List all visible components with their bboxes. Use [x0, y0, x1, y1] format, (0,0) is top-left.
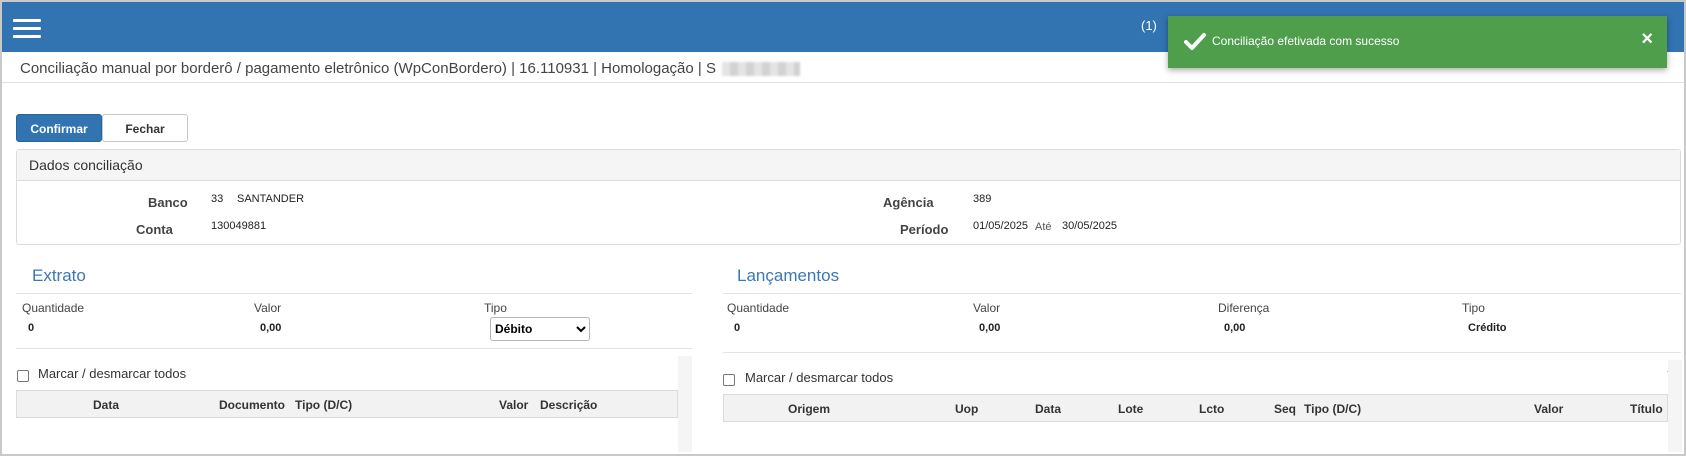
close-button[interactable]: Fechar — [102, 114, 188, 142]
lancamentos-quantidade-label: Quantidade — [727, 301, 790, 315]
panel-header: Dados conciliação — [17, 150, 1680, 181]
lancamentos-select-all-label: Marcar / desmarcar todos — [745, 370, 894, 385]
extrato-quantidade-value: 0 — [28, 322, 35, 334]
col-valor[interactable]: Valor — [499, 398, 528, 412]
lancamentos-tipo-label: Tipo — [1462, 301, 1485, 315]
agencia-label: Agência — [883, 195, 934, 210]
conta-label: Conta — [136, 222, 173, 237]
extrato-tipo-label: Tipo — [484, 301, 507, 315]
banco-name: SANTANDER — [237, 193, 305, 205]
notification-count[interactable]: (1) — [1141, 18, 1157, 33]
close-icon[interactable]: × — [1641, 28, 1653, 51]
extrato-quantidade-label: Quantidade — [22, 301, 85, 315]
lancamentos-table-header: Origem Uop Data Lote Lcto Seq Tipo (D/C)… — [723, 394, 1668, 422]
lancamentos-divider — [723, 293, 1681, 294]
lancamentos-tipo-value: Crédito — [1468, 322, 1507, 334]
menu-icon[interactable] — [13, 19, 41, 39]
extrato-select-all-checkbox[interactable] — [17, 370, 29, 382]
banco-code: 33 — [211, 193, 224, 205]
lancamentos-fields-divider — [723, 352, 1681, 353]
col-tipo-dc[interactable]: Tipo (D/C) — [1304, 402, 1361, 416]
col-lcto[interactable]: Lcto — [1199, 402, 1224, 416]
col-tipo-dc[interactable]: Tipo (D/C) — [295, 398, 352, 412]
periodo-to: 30/05/2025 — [1062, 220, 1118, 232]
extrato-fields-divider — [16, 348, 692, 349]
redacted-text — [721, 62, 800, 77]
col-documento[interactable]: Documento — [219, 398, 285, 412]
extrato-scrollbar[interactable] — [678, 356, 692, 452]
page-title: Conciliação manual por borderô / pagamen… — [20, 60, 800, 77]
extrato-select-all-label: Marcar / desmarcar todos — [38, 366, 187, 381]
title-divider — [2, 82, 1684, 83]
lancamentos-diferenca-label: Diferença — [1218, 301, 1270, 315]
banco-label: Banco — [148, 195, 188, 210]
extrato-tipo-select[interactable]: Débito — [490, 317, 590, 341]
extrato-table-header: Data Documento Tipo (D/C) Valor Descriçã… — [16, 390, 678, 418]
col-seq[interactable]: Seq — [1274, 402, 1296, 416]
lancamentos-quantidade-value: 0 — [734, 322, 741, 334]
ate-label: Até — [1035, 221, 1052, 233]
lancamentos-title: Lançamentos — [737, 266, 840, 285]
col-descricao[interactable]: Descrição — [540, 398, 597, 412]
col-titulo[interactable]: Título — [1630, 402, 1663, 416]
col-origem[interactable]: Origem — [788, 402, 830, 416]
periodo-from: 01/05/2025 — [973, 220, 1029, 232]
confirm-button[interactable]: Confirmar — [16, 114, 102, 142]
lancamentos-valor-label: Valor — [973, 301, 1001, 315]
extrato-title: Extrato — [32, 266, 86, 285]
col-lote[interactable]: Lote — [1118, 402, 1143, 416]
lancamentos-diferenca-value: 0,00 — [1224, 322, 1246, 334]
lancamentos-valor-value: 0,00 — [979, 322, 1001, 334]
col-data[interactable]: Data — [93, 398, 119, 412]
periodo-label: Período — [900, 222, 949, 237]
extrato-divider — [16, 293, 692, 294]
col-data[interactable]: Data — [1035, 402, 1061, 416]
lancamentos-scrollbar[interactable] — [1668, 360, 1682, 452]
check-icon — [1184, 33, 1206, 50]
col-uop[interactable]: Uop — [955, 402, 978, 416]
conta-value: 130049881 — [211, 220, 267, 232]
agencia-value: 389 — [973, 193, 992, 205]
toast-message: Conciliação efetivada com sucesso — [1212, 34, 1400, 48]
col-valor[interactable]: Valor — [1534, 402, 1563, 416]
extrato-valor-value: 0,00 — [260, 322, 282, 334]
extrato-valor-label: Valor — [254, 301, 282, 315]
success-toast: Conciliação efetivada com sucesso × — [1168, 16, 1667, 68]
lancamentos-select-all-checkbox[interactable] — [723, 374, 735, 386]
